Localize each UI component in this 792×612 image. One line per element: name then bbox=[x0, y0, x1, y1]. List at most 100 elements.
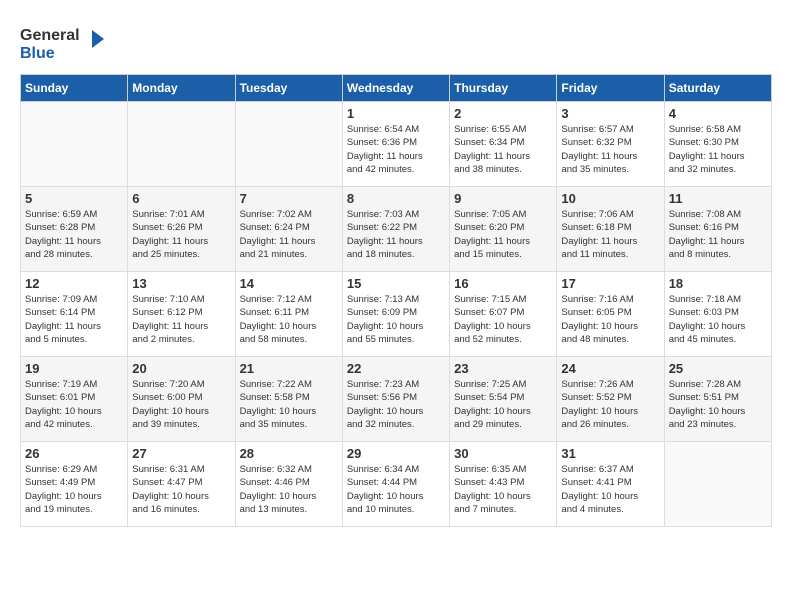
day-info: Sunrise: 7:01 AM Sunset: 6:26 PM Dayligh… bbox=[132, 208, 230, 261]
calendar-cell: 3 Sunrise: 6:57 AM Sunset: 6:32 PM Daylig… bbox=[557, 102, 664, 187]
day-info: Sunrise: 7:19 AM Sunset: 6:01 PM Dayligh… bbox=[25, 378, 123, 431]
calendar-cell: 29 Sunrise: 6:34 AM Sunset: 4:44 PM Dayli… bbox=[342, 442, 449, 527]
calendar-cell: 24 Sunrise: 7:26 AM Sunset: 5:52 PM Dayli… bbox=[557, 357, 664, 442]
day-number: 28 bbox=[240, 446, 338, 461]
day-number: 11 bbox=[669, 191, 767, 206]
calendar-cell: 6 Sunrise: 7:01 AM Sunset: 6:26 PM Daylig… bbox=[128, 187, 235, 272]
day-info: Sunrise: 6:54 AM Sunset: 6:36 PM Dayligh… bbox=[347, 123, 445, 176]
calendar-cell: 21 Sunrise: 7:22 AM Sunset: 5:58 PM Dayli… bbox=[235, 357, 342, 442]
day-info: Sunrise: 7:03 AM Sunset: 6:22 PM Dayligh… bbox=[347, 208, 445, 261]
calendar-cell: 19 Sunrise: 7:19 AM Sunset: 6:01 PM Dayli… bbox=[21, 357, 128, 442]
day-number: 19 bbox=[25, 361, 123, 376]
day-info: Sunrise: 7:26 AM Sunset: 5:52 PM Dayligh… bbox=[561, 378, 659, 431]
day-number: 10 bbox=[561, 191, 659, 206]
calendar-cell: 23 Sunrise: 7:25 AM Sunset: 5:54 PM Dayli… bbox=[450, 357, 557, 442]
day-number: 21 bbox=[240, 361, 338, 376]
header-thursday: Thursday bbox=[450, 75, 557, 102]
calendar-cell: 20 Sunrise: 7:20 AM Sunset: 6:00 PM Dayli… bbox=[128, 357, 235, 442]
calendar-cell bbox=[128, 102, 235, 187]
header-wednesday: Wednesday bbox=[342, 75, 449, 102]
header-saturday: Saturday bbox=[664, 75, 771, 102]
day-info: Sunrise: 7:13 AM Sunset: 6:09 PM Dayligh… bbox=[347, 293, 445, 346]
header-friday: Friday bbox=[557, 75, 664, 102]
day-info: Sunrise: 6:32 AM Sunset: 4:46 PM Dayligh… bbox=[240, 463, 338, 516]
day-number: 31 bbox=[561, 446, 659, 461]
day-info: Sunrise: 7:02 AM Sunset: 6:24 PM Dayligh… bbox=[240, 208, 338, 261]
day-info: Sunrise: 6:57 AM Sunset: 6:32 PM Dayligh… bbox=[561, 123, 659, 176]
day-info: Sunrise: 6:35 AM Sunset: 4:43 PM Dayligh… bbox=[454, 463, 552, 516]
day-info: Sunrise: 7:25 AM Sunset: 5:54 PM Dayligh… bbox=[454, 378, 552, 431]
day-number: 2 bbox=[454, 106, 552, 121]
day-info: Sunrise: 6:55 AM Sunset: 6:34 PM Dayligh… bbox=[454, 123, 552, 176]
day-number: 5 bbox=[25, 191, 123, 206]
day-info: Sunrise: 7:09 AM Sunset: 6:14 PM Dayligh… bbox=[25, 293, 123, 346]
day-number: 13 bbox=[132, 276, 230, 291]
day-number: 14 bbox=[240, 276, 338, 291]
calendar-cell: 14Sunrise: 7:12 AM Sunset: 6:11 PM Dayli… bbox=[235, 272, 342, 357]
week-row-3: 12Sunrise: 7:09 AM Sunset: 6:14 PM Dayli… bbox=[21, 272, 772, 357]
calendar-cell: 28 Sunrise: 6:32 AM Sunset: 4:46 PM Dayli… bbox=[235, 442, 342, 527]
calendar-cell: 10 Sunrise: 7:06 AM Sunset: 6:18 PM Dayli… bbox=[557, 187, 664, 272]
weekday-header-row: SundayMondayTuesdayWednesdayThursdayFrid… bbox=[21, 75, 772, 102]
week-row-5: 26Sunrise: 6:29 AM Sunset: 4:49 PM Dayli… bbox=[21, 442, 772, 527]
header-sunday: Sunday bbox=[21, 75, 128, 102]
day-info: Sunrise: 6:37 AM Sunset: 4:41 PM Dayligh… bbox=[561, 463, 659, 516]
calendar-cell: 18 Sunrise: 7:18 AM Sunset: 6:03 PM Dayli… bbox=[664, 272, 771, 357]
calendar-cell: 12Sunrise: 7:09 AM Sunset: 6:14 PM Dayli… bbox=[21, 272, 128, 357]
day-number: 6 bbox=[132, 191, 230, 206]
week-row-2: 5 Sunrise: 6:59 AM Sunset: 6:28 PM Daylig… bbox=[21, 187, 772, 272]
day-number: 29 bbox=[347, 446, 445, 461]
day-number: 1 bbox=[347, 106, 445, 121]
calendar-cell: 15 Sunrise: 7:13 AM Sunset: 6:09 PM Dayli… bbox=[342, 272, 449, 357]
day-number: 3 bbox=[561, 106, 659, 121]
header-monday: Monday bbox=[128, 75, 235, 102]
day-number: 16 bbox=[454, 276, 552, 291]
day-info: Sunrise: 7:20 AM Sunset: 6:00 PM Dayligh… bbox=[132, 378, 230, 431]
calendar-cell: 8 Sunrise: 7:03 AM Sunset: 6:22 PM Daylig… bbox=[342, 187, 449, 272]
calendar-table: SundayMondayTuesdayWednesdayThursdayFrid… bbox=[20, 74, 772, 527]
calendar-cell: 25 Sunrise: 7:28 AM Sunset: 5:51 PM Dayli… bbox=[664, 357, 771, 442]
calendar-cell: 26Sunrise: 6:29 AM Sunset: 4:49 PM Dayli… bbox=[21, 442, 128, 527]
day-number: 8 bbox=[347, 191, 445, 206]
day-info: Sunrise: 7:10 AM Sunset: 6:12 PM Dayligh… bbox=[132, 293, 230, 346]
day-number: 15 bbox=[347, 276, 445, 291]
day-info: Sunrise: 7:18 AM Sunset: 6:03 PM Dayligh… bbox=[669, 293, 767, 346]
day-info: Sunrise: 6:34 AM Sunset: 4:44 PM Dayligh… bbox=[347, 463, 445, 516]
day-number: 4 bbox=[669, 106, 767, 121]
calendar-cell: 27Sunrise: 6:31 AM Sunset: 4:47 PM Dayli… bbox=[128, 442, 235, 527]
calendar-cell: 7 Sunrise: 7:02 AM Sunset: 6:24 PM Daylig… bbox=[235, 187, 342, 272]
day-number: 18 bbox=[669, 276, 767, 291]
day-info: Sunrise: 7:22 AM Sunset: 5:58 PM Dayligh… bbox=[240, 378, 338, 431]
day-info: Sunrise: 7:08 AM Sunset: 6:16 PM Dayligh… bbox=[669, 208, 767, 261]
day-info: Sunrise: 7:06 AM Sunset: 6:18 PM Dayligh… bbox=[561, 208, 659, 261]
header: GeneralBlue bbox=[20, 20, 772, 64]
day-info: Sunrise: 6:29 AM Sunset: 4:49 PM Dayligh… bbox=[25, 463, 123, 516]
day-number: 7 bbox=[240, 191, 338, 206]
svg-text:General: General bbox=[20, 27, 80, 44]
day-info: Sunrise: 6:59 AM Sunset: 6:28 PM Dayligh… bbox=[25, 208, 123, 261]
calendar-cell: 16Sunrise: 7:15 AM Sunset: 6:07 PM Dayli… bbox=[450, 272, 557, 357]
svg-text:Blue: Blue bbox=[20, 45, 55, 62]
day-number: 9 bbox=[454, 191, 552, 206]
calendar-cell: 30Sunrise: 6:35 AM Sunset: 4:43 PM Dayli… bbox=[450, 442, 557, 527]
logo: GeneralBlue bbox=[20, 20, 110, 64]
calendar-cell: 13 Sunrise: 7:10 AM Sunset: 6:12 PM Dayli… bbox=[128, 272, 235, 357]
calendar-cell: 5 Sunrise: 6:59 AM Sunset: 6:28 PM Daylig… bbox=[21, 187, 128, 272]
calendar-cell bbox=[21, 102, 128, 187]
day-number: 17 bbox=[561, 276, 659, 291]
day-number: 23 bbox=[454, 361, 552, 376]
week-row-4: 19 Sunrise: 7:19 AM Sunset: 6:01 PM Dayli… bbox=[21, 357, 772, 442]
day-number: 22 bbox=[347, 361, 445, 376]
day-number: 20 bbox=[132, 361, 230, 376]
day-info: Sunrise: 7:16 AM Sunset: 6:05 PM Dayligh… bbox=[561, 293, 659, 346]
calendar-cell: 9Sunrise: 7:05 AM Sunset: 6:20 PM Daylig… bbox=[450, 187, 557, 272]
week-row-1: 1 Sunrise: 6:54 AM Sunset: 6:36 PM Daylig… bbox=[21, 102, 772, 187]
day-number: 25 bbox=[669, 361, 767, 376]
header-tuesday: Tuesday bbox=[235, 75, 342, 102]
day-info: Sunrise: 7:28 AM Sunset: 5:51 PM Dayligh… bbox=[669, 378, 767, 431]
day-number: 24 bbox=[561, 361, 659, 376]
day-info: Sunrise: 6:31 AM Sunset: 4:47 PM Dayligh… bbox=[132, 463, 230, 516]
calendar-cell: 31 Sunrise: 6:37 AM Sunset: 4:41 PM Dayli… bbox=[557, 442, 664, 527]
calendar-cell: 1 Sunrise: 6:54 AM Sunset: 6:36 PM Daylig… bbox=[342, 102, 449, 187]
calendar-cell bbox=[235, 102, 342, 187]
